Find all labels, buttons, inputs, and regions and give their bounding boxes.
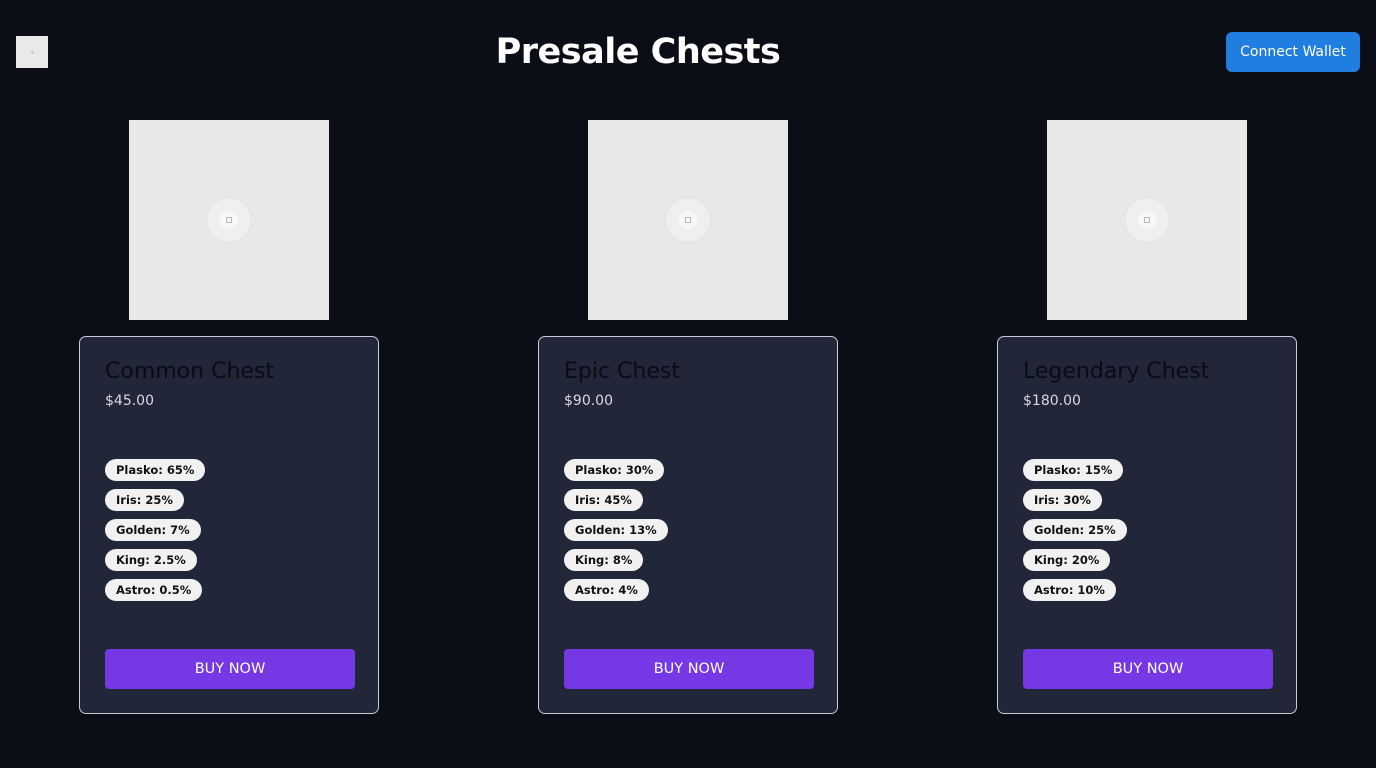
odds-pill: Golden: 7% [105, 519, 201, 541]
odds-pill: Golden: 25% [1023, 519, 1127, 541]
presale-page: Presale Chests Connect Wallet Common Che… [0, 0, 1376, 768]
chest-image [588, 120, 788, 320]
chest-name: Common Chest [105, 359, 275, 384]
chest-card: Legendary Chest $180.00 Plasko: 15% Iris… [997, 336, 1297, 714]
chest-column-legendary: Legendary Chest $180.00 Plasko: 15% Iris… [997, 120, 1297, 714]
odds-pill: Iris: 25% [105, 489, 184, 511]
odds-pill: Astro: 10% [1023, 579, 1116, 601]
odds-pill: King: 8% [564, 549, 644, 571]
chest-name: Epic Chest [564, 359, 680, 384]
broken-image-icon [220, 211, 238, 229]
odds-pill: Golden: 13% [564, 519, 668, 541]
chest-column-common: Common Chest $45.00 Plasko: 65% Iris: 25… [79, 120, 379, 714]
odds-pill: Astro: 4% [564, 579, 649, 601]
chest-image [1047, 120, 1247, 320]
odds-pill: Iris: 45% [564, 489, 643, 511]
buy-now-button[interactable]: BUY NOW [564, 649, 814, 689]
drop-odds-list: Plasko: 15% Iris: 30% Golden: 25% King: … [1023, 459, 1127, 601]
connect-wallet-button[interactable]: Connect Wallet [1226, 32, 1360, 72]
buy-now-button[interactable]: BUY NOW [1023, 649, 1273, 689]
chest-card: Common Chest $45.00 Plasko: 65% Iris: 25… [79, 336, 379, 714]
chest-column-epic: Epic Chest $90.00 Plasko: 30% Iris: 45% … [538, 120, 838, 714]
broken-image-icon [679, 211, 697, 229]
chest-price: $90.00 [564, 393, 613, 409]
chest-price: $45.00 [105, 393, 154, 409]
odds-pill: Iris: 30% [1023, 489, 1102, 511]
odds-pill: Plasko: 65% [105, 459, 206, 481]
chest-card: Epic Chest $90.00 Plasko: 30% Iris: 45% … [538, 336, 838, 714]
chest-image [129, 120, 329, 320]
odds-pill: King: 20% [1023, 549, 1111, 571]
page-title: Presale Chests [495, 32, 781, 72]
odds-pill: Plasko: 30% [564, 459, 665, 481]
broken-image-icon [1138, 211, 1156, 229]
odds-pill: King: 2.5% [105, 549, 197, 571]
drop-odds-list: Plasko: 65% Iris: 25% Golden: 7% King: 2… [105, 459, 206, 601]
buy-now-button[interactable]: BUY NOW [105, 649, 355, 689]
odds-pill: Plasko: 15% [1023, 459, 1124, 481]
chest-price: $180.00 [1023, 393, 1081, 409]
odds-pill: Astro: 0.5% [105, 579, 203, 601]
chest-name: Legendary Chest [1023, 359, 1210, 384]
drop-odds-list: Plasko: 30% Iris: 45% Golden: 13% King: … [564, 459, 668, 601]
